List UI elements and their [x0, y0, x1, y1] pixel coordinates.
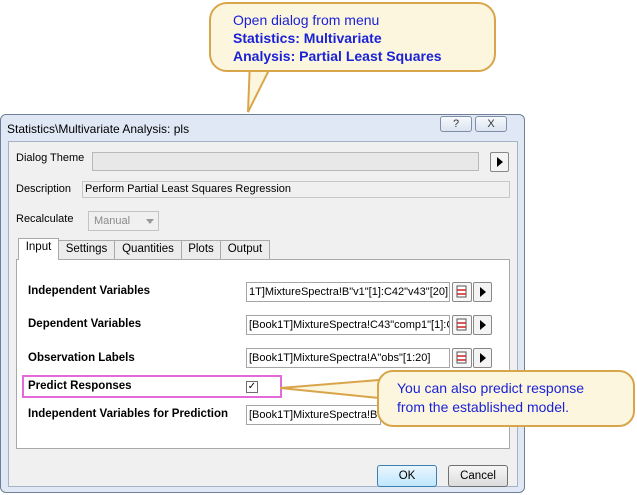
close-button[interactable]: X	[475, 116, 507, 132]
theme-menu-button[interactable]	[490, 152, 509, 172]
dependent-variables-label: Dependent Variables	[28, 318, 142, 330]
observation-labels-picker[interactable]	[452, 348, 472, 368]
predict-responses-checkbox[interactable]: ✓	[246, 381, 258, 393]
help-button[interactable]: ?	[440, 116, 472, 132]
callout-line-3: Analysis: Partial Least Squares	[233, 48, 442, 64]
description-label: Description	[16, 183, 72, 195]
independent-variables-label: Independent Variables	[28, 285, 151, 297]
tab-settings[interactable]: Settings	[58, 240, 115, 259]
menu-path-callout: Open dialog from menu Statistics: Multiv…	[209, 2, 496, 72]
arrow-right-icon	[480, 320, 486, 330]
prediction-variables-label: Independent Variables for Prediction	[28, 408, 229, 420]
observation-labels-field[interactable]: [Book1T]MixtureSpectra!A"obs"[1:20]	[246, 348, 450, 368]
recalculate-value: Manual	[94, 215, 131, 227]
tab-plots[interactable]: Plots	[181, 240, 221, 259]
prediction-variables-field[interactable]: [Book1T]MixtureSpectra!B"	[246, 405, 381, 425]
description-value: Perform Partial Least Squares Regression	[82, 181, 510, 198]
callout-right-tail	[280, 378, 380, 400]
tab-quantities[interactable]: Quantities	[114, 240, 182, 259]
arrow-right-icon	[480, 287, 486, 297]
dependent-variables-field[interactable]: [Book1T]MixtureSpectra!C43"comp1"[1]:C	[246, 315, 450, 335]
observation-labels-label: Observation Labels	[28, 352, 135, 364]
ok-button[interactable]: OK	[377, 465, 437, 487]
independent-variables-menu[interactable]	[473, 282, 492, 302]
check-icon: ✓	[247, 381, 257, 392]
arrow-right-icon	[497, 157, 503, 167]
independent-variables-field[interactable]: 1T]MixtureSpectra!B"v1"[1]:C42"v43"[20]	[246, 282, 450, 302]
column-picker-icon	[456, 351, 467, 364]
window-title: Statistics\Multivariate Analysis: pls	[7, 122, 190, 136]
predict-responses-label: Predict Responses	[28, 380, 132, 392]
dependent-variables-menu[interactable]	[473, 315, 492, 335]
predict-response-callout: You can also predict response from the e…	[377, 370, 635, 427]
tab-output[interactable]: Output	[220, 240, 270, 259]
dialog-theme-input[interactable]	[92, 152, 479, 171]
observation-labels-menu[interactable]	[473, 348, 492, 368]
independent-variables-picker[interactable]	[452, 282, 472, 302]
callout-right-line-2: from the established model.	[397, 399, 569, 415]
column-picker-icon	[456, 318, 467, 331]
dependent-variables-picker[interactable]	[452, 315, 472, 335]
recalculate-select[interactable]: Manual	[88, 211, 159, 231]
callout-line-1: Open dialog from menu	[233, 12, 380, 28]
tab-input[interactable]: Input	[18, 238, 59, 260]
column-picker-icon	[456, 285, 467, 298]
cancel-button[interactable]: Cancel	[448, 465, 508, 487]
recalculate-label: Recalculate	[16, 213, 74, 225]
callout-line-2: Statistics: Multivariate	[233, 30, 382, 46]
arrow-right-icon	[480, 353, 486, 363]
callout-right-line-1: You can also predict response	[397, 380, 585, 396]
chevron-down-icon	[146, 219, 154, 224]
dialog-theme-label: Dialog Theme	[16, 152, 85, 164]
